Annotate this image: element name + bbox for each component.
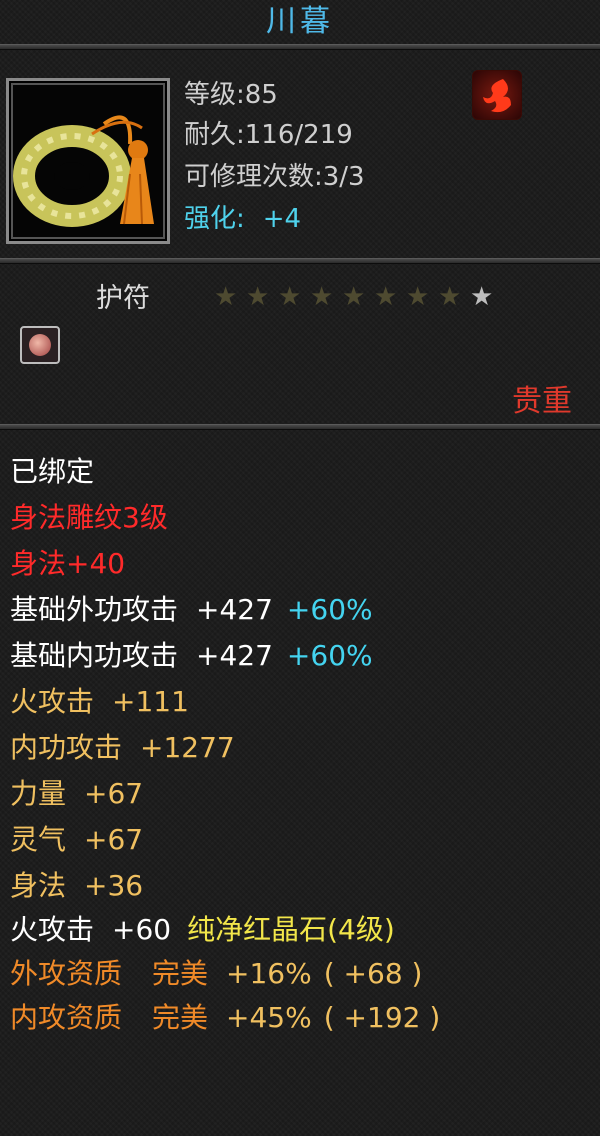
attr-value: +427 (196, 639, 273, 672)
jade-ring-amulet-icon (13, 115, 154, 227)
item-type: 护符 (96, 283, 150, 314)
spirit-line: 灵气 +67 (10, 820, 143, 860)
star-icon: ★ (406, 282, 430, 312)
star-icon: ★ (342, 282, 366, 312)
ext-attack-line: 基础外功攻击 +427 +60% (10, 590, 373, 630)
gem-slot[interactable] (20, 326, 60, 364)
fire-element-icon (472, 70, 522, 120)
inner-attack-line: 内功攻击 +1277 (10, 728, 235, 768)
attr-percent: +60% (286, 593, 373, 626)
attr-label: 灵气 (10, 823, 67, 856)
star-icon: ★ (374, 282, 398, 312)
star-icon: ★ (438, 282, 462, 312)
attr-value: +427 (196, 593, 273, 626)
star-icon: ★ (278, 282, 302, 312)
star-icon: ★ (246, 282, 270, 312)
star-icon: ★ (470, 282, 494, 312)
divider (0, 44, 600, 50)
quality-percent: +45% (226, 1001, 312, 1034)
strength-line: 力量 +67 (10, 774, 143, 814)
attr-label: 火攻击 (10, 913, 95, 946)
attr-percent: +60% (286, 639, 373, 672)
enhance-value: +4 (262, 204, 302, 234)
divider (0, 424, 600, 430)
gem-name: 纯净红晶石(4级) (187, 913, 395, 946)
quality-bonus: ( +68 ) (323, 957, 423, 990)
attr-value: +67 (84, 823, 144, 856)
attr-value: +1277 (140, 731, 235, 764)
ext-quality-line: 外攻资质 完美 +16% ( +68 ) (10, 954, 422, 994)
attr-label: 内功攻击 (10, 731, 123, 764)
star-rating: ★ ★ ★ ★ ★ ★ ★ ★ ★ (214, 284, 502, 310)
divider (0, 258, 600, 264)
attr-label: 基础内功攻击 (10, 639, 179, 672)
item-name: 川暮 (266, 4, 334, 39)
attr-value: +36 (84, 869, 144, 902)
item-level: 等级:85 (184, 80, 278, 110)
attr-value: +60 (112, 913, 172, 946)
item-repair-count: 可修理次数:3/3 (184, 162, 365, 192)
attr-label: 力量 (10, 777, 67, 810)
gem-line: 火攻击 +60 纯净红晶石(4级) (10, 910, 395, 950)
star-icon: ★ (310, 282, 334, 312)
quality-percent: +16% (226, 957, 312, 990)
attr-label: 身法 (10, 869, 67, 902)
attr-label: 基础外功攻击 (10, 593, 179, 626)
int-quality-line: 内攻资质 完美 +45% ( +192 ) (10, 998, 440, 1038)
attr-label: 外攻资质 (10, 957, 123, 990)
item-image-frame (6, 78, 170, 244)
agility-line: 身法 +36 (10, 866, 143, 906)
bound-status: 已绑定 (10, 455, 95, 488)
enhance-label: 强化: (184, 204, 245, 234)
rarity-label: 贵重 (512, 384, 572, 419)
carving-line: 身法雕纹3级 (10, 501, 168, 534)
quality-bonus: ( +192 ) (323, 1001, 441, 1034)
attr-label: 火攻击 (10, 685, 95, 718)
agility-bonus-line: 身法+40 (10, 547, 126, 580)
star-icon: ★ (214, 282, 238, 312)
fire-attack-line: 火攻击 +111 (10, 682, 189, 722)
item-enhance: 强化: +4 (184, 202, 301, 236)
item-durability: 耐久:116/219 (184, 120, 353, 150)
int-attack-line: 基础内功攻击 +427 +60% (10, 636, 373, 676)
attr-value: +67 (84, 777, 144, 810)
quality-grade: 完美 (152, 957, 209, 990)
attr-value: +111 (112, 685, 189, 718)
quality-grade: 完美 (152, 1001, 209, 1034)
attr-label: 内攻资质 (10, 1001, 123, 1034)
pink-gem-icon (29, 334, 51, 356)
